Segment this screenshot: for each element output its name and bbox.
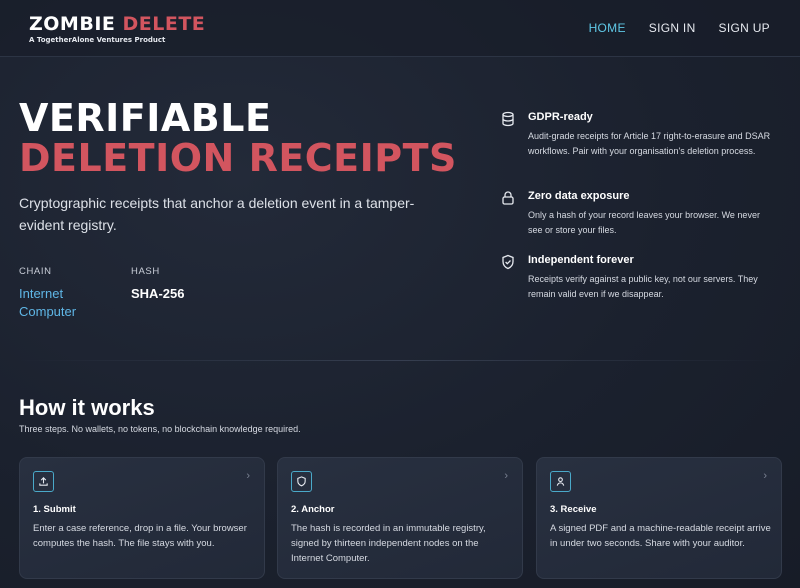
nav-home-link[interactable]: HOME	[589, 21, 626, 35]
nav-sign-up-link[interactable]: SIGN UP	[719, 21, 770, 35]
step-title: 2. Anchor	[291, 504, 335, 515]
step-description: A signed PDF and a machine-readable rece…	[550, 523, 771, 549]
hash-label: HASH	[131, 266, 160, 277]
upload-icon	[33, 471, 54, 492]
hero-title: VERIFIABLE DELETION RECEIPTS	[19, 98, 457, 178]
feature-gdpr: GDPR-ready Audit-grade receipts for Arti…	[500, 111, 775, 159]
nav-sign-in-link[interactable]: SIGN IN	[649, 21, 696, 35]
feature-independent: Independent forever Receipts verify agai…	[500, 254, 775, 302]
hero-title-line1: VERIFIABLE	[19, 96, 272, 140]
hero-description: Cryptographic receipts that anchor a del…	[19, 195, 415, 233]
step-description: The hash is recorded in an immutable reg…	[291, 523, 486, 564]
step-card-receive[interactable]: › 3. Receive A signed PDF and a machine-…	[536, 457, 782, 579]
logo-title: ZOMBIE DELETE	[29, 14, 205, 34]
hash-value: SHA-256	[131, 286, 185, 301]
hero-title-line2: DELETION RECEIPTS	[19, 136, 457, 180]
chevron-right-icon: ›	[763, 470, 767, 482]
feature-zero-exposure: Zero data exposure Only a hash of your r…	[500, 190, 775, 238]
feature-description: Receipts verify against a public key, no…	[528, 274, 758, 299]
main-nav: HOME SIGN IN SIGN UP	[589, 21, 770, 35]
chevron-right-icon: ›	[504, 470, 508, 482]
shield-check-icon	[500, 254, 516, 270]
step-title: 1. Submit	[33, 504, 76, 515]
lock-icon	[500, 190, 516, 206]
logo-tagline: A TogetherAlone Ventures Product	[29, 36, 166, 44]
shield-icon	[291, 471, 312, 492]
feature-description: Only a hash of your record leaves your b…	[528, 210, 760, 235]
feature-title: Zero data exposure	[528, 190, 630, 202]
user-icon	[550, 471, 571, 492]
how-it-works-subtitle: Three steps. No wallets, no tokens, no b…	[19, 424, 301, 434]
hash-info: HASH SHA-256	[131, 266, 184, 303]
chevron-right-icon: ›	[246, 470, 250, 482]
feature-description: Audit-grade receipts for Article 17 righ…	[528, 131, 771, 156]
step-title: 3. Receive	[550, 504, 597, 515]
chain-label: CHAIN	[19, 266, 52, 277]
chain-info: CHAIN Internet Computer	[19, 266, 109, 321]
logo[interactable]: ZOMBIE DELETE A TogetherAlone Ventures P…	[29, 14, 205, 44]
logo-word-zombie: ZOMBIE	[29, 13, 116, 35]
feature-title: GDPR-ready	[528, 111, 593, 123]
step-card-submit[interactable]: › 1. Submit Enter a case reference, drop…	[19, 457, 265, 579]
logo-word-delete: DELETE	[122, 13, 206, 35]
chain-value[interactable]: Internet Computer	[19, 285, 109, 321]
database-icon	[500, 111, 516, 127]
step-card-anchor[interactable]: › 2. Anchor The hash is recorded in an i…	[277, 457, 523, 579]
top-header: ZOMBIE DELETE A TogetherAlone Ventures P…	[0, 0, 800, 57]
section-divider	[19, 360, 781, 361]
step-description: Enter a case reference, drop in a file. …	[33, 523, 247, 549]
how-it-works-title: How it works	[19, 395, 155, 420]
feature-title: Independent forever	[528, 254, 634, 266]
